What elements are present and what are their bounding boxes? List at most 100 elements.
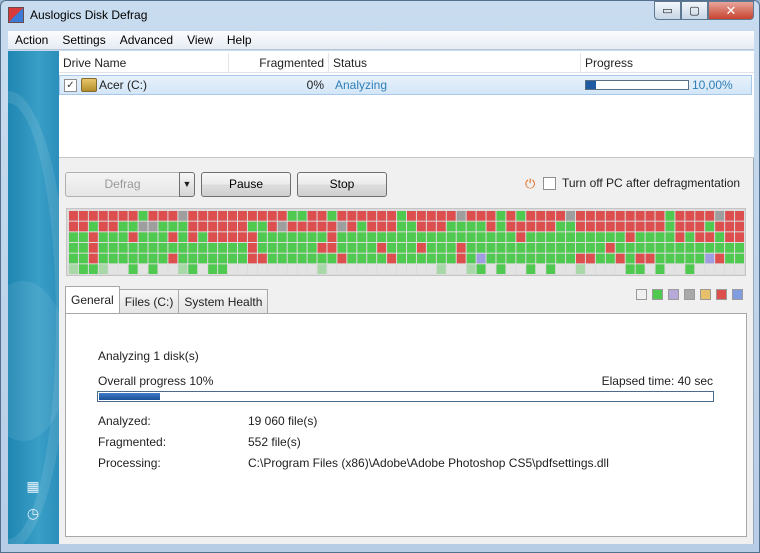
cluster-block [397, 232, 406, 242]
cluster-block [247, 221, 257, 232]
col-fragmented[interactable]: Fragmented [229, 53, 329, 73]
title-bar[interactable]: Auslogics Disk Defrag ▭ ▢ ✕ [1, 1, 759, 29]
drive-list: Drive Name Fragmented Status Progress ✓ … [59, 51, 754, 158]
cluster-map-icon[interactable]: ▦ [25, 478, 41, 494]
cluster-block [307, 211, 317, 221]
cluster-block [715, 253, 725, 264]
cluster-block [407, 253, 416, 264]
cluster-block [446, 264, 456, 274]
cluster-block [337, 243, 347, 253]
cluster-block [526, 211, 536, 221]
cluster-block [78, 243, 88, 253]
drive-row[interactable]: ✓ Acer (C:) 0% Analyzing 10,00% [59, 75, 752, 95]
cluster-block [377, 221, 387, 232]
cluster-block [178, 221, 188, 232]
cluster-block [735, 221, 744, 232]
menu-settings[interactable]: Settings [55, 31, 112, 49]
cluster-block [546, 221, 556, 232]
cluster-block [228, 253, 237, 264]
cluster-block [456, 211, 466, 221]
menu-help[interactable]: Help [220, 31, 259, 49]
cluster-block [118, 243, 128, 253]
cluster-block [238, 211, 247, 221]
stop-button[interactable]: Stop [297, 172, 387, 197]
cluster-block [347, 221, 357, 232]
cluster-block [138, 243, 148, 253]
cluster-block [277, 221, 287, 232]
col-drive-name[interactable]: Drive Name [59, 53, 229, 73]
cluster-block [655, 264, 665, 274]
pause-button[interactable]: Pause [201, 172, 291, 197]
cluster-block [705, 221, 715, 232]
cluster-block [416, 232, 426, 242]
clock-icon[interactable]: ◷ [25, 505, 41, 521]
defrag-button[interactable]: Defrag [65, 172, 180, 197]
cluster-block [188, 264, 198, 274]
cluster-block [655, 232, 665, 242]
cluster-block [407, 221, 416, 232]
cluster-block [665, 243, 675, 253]
cluster-block [247, 264, 257, 274]
minimize-button[interactable]: ▭ [654, 1, 681, 20]
cluster-block [466, 232, 476, 242]
cluster-block [675, 243, 685, 253]
cluster-block [496, 221, 506, 232]
cluster-block [277, 232, 287, 242]
cluster-block [337, 253, 347, 264]
turn-off-checkbox[interactable] [543, 177, 556, 190]
defrag-dropdown-button[interactable]: ▼ [179, 172, 195, 197]
cluster-block [317, 264, 327, 274]
cluster-block [695, 243, 705, 253]
cluster-block [357, 211, 367, 221]
cluster-block [238, 221, 247, 232]
cluster-block [108, 264, 118, 274]
cluster-block [267, 243, 277, 253]
cluster-block [367, 211, 377, 221]
cluster-block [148, 232, 158, 242]
menu-action[interactable]: Action [8, 31, 55, 49]
cluster-block [247, 243, 257, 253]
cluster-block [576, 264, 585, 274]
cluster-block [615, 232, 625, 242]
col-progress[interactable]: Progress [581, 53, 754, 73]
cluster-block [516, 232, 526, 242]
col-status[interactable]: Status [329, 53, 581, 73]
cluster-block [337, 211, 347, 221]
tab-general[interactable]: General [65, 286, 120, 313]
cluster-block [267, 232, 277, 242]
cluster-block [556, 253, 566, 264]
turn-off-label[interactable]: Turn off PC after defragmentation [562, 176, 740, 190]
drive-status: Analyzing [335, 78, 388, 92]
tab-system-health[interactable]: System Health [178, 289, 269, 313]
cluster-block [238, 253, 247, 264]
app-window: Auslogics Disk Defrag ▭ ▢ ✕ Action Setti… [0, 0, 760, 553]
cluster-block [605, 264, 615, 274]
maximize-button[interactable]: ▢ [681, 1, 708, 20]
analyzing-text: Analyzing 1 disk(s) [98, 349, 199, 363]
cluster-block [257, 221, 267, 232]
cluster-block [287, 264, 297, 274]
cluster-block [168, 243, 178, 253]
cluster-block [645, 264, 655, 274]
cluster-block [446, 253, 456, 264]
menu-advanced[interactable]: Advanced [113, 31, 180, 49]
cluster-block [476, 253, 486, 264]
cluster-block [526, 243, 536, 253]
close-button[interactable]: ✕ [708, 1, 754, 20]
cluster-block [705, 253, 715, 264]
cluster-block [476, 264, 486, 274]
tab-files[interactable]: Files (C:) [118, 289, 180, 313]
cluster-block [78, 264, 88, 274]
cluster-block [188, 253, 198, 264]
cluster-block [287, 232, 297, 242]
cluster-block [78, 211, 88, 221]
cluster-block [436, 221, 446, 232]
cluster-block [675, 264, 685, 274]
cluster-block [476, 243, 486, 253]
cluster-block [168, 253, 178, 264]
cluster-block [536, 264, 546, 274]
cluster-block [128, 253, 138, 264]
menu-view[interactable]: View [180, 31, 220, 49]
cluster-block [247, 211, 257, 221]
drive-checkbox[interactable]: ✓ [64, 79, 77, 92]
